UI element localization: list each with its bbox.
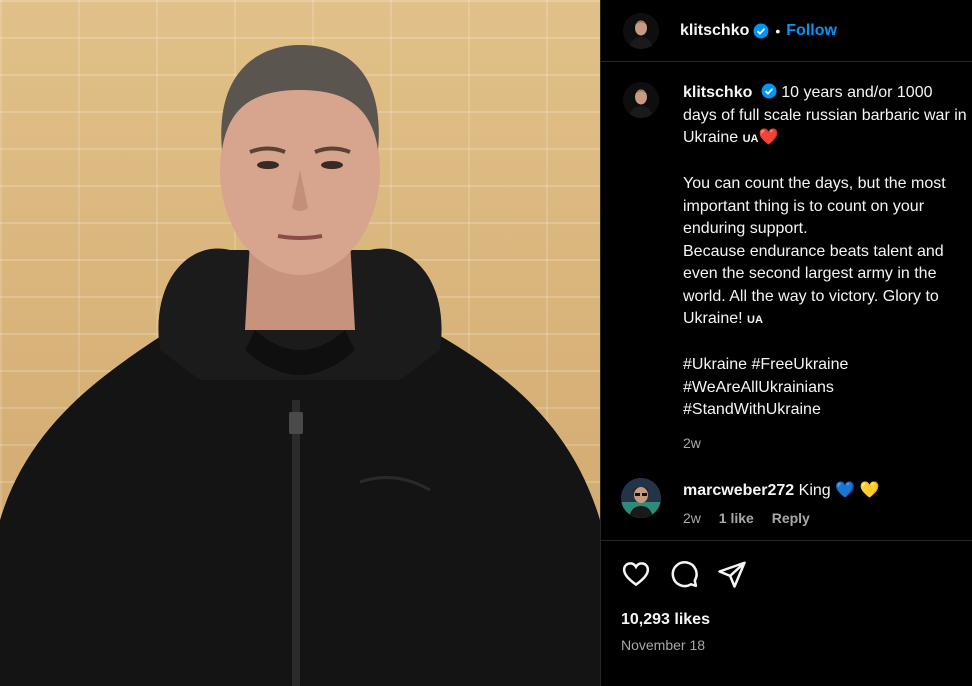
hashtag-line-2[interactable]: #WeAreAllUkrainians bbox=[683, 377, 968, 400]
separator-dot: • bbox=[775, 22, 781, 39]
caption-block: klitschko 10 years and/or 1000 days of f… bbox=[623, 82, 968, 454]
share-icon[interactable] bbox=[717, 559, 747, 589]
comment-icon[interactable] bbox=[669, 559, 699, 589]
caption-line-2: You can count the days, but the most imp… bbox=[683, 175, 946, 237]
post-photo-illustration bbox=[0, 45, 600, 686]
comment-item: marcweber272 King 💙 💛 2w 1 like Reply bbox=[621, 478, 966, 526]
heart-icon[interactable] bbox=[621, 559, 651, 589]
flag-ua-1: UA bbox=[742, 133, 759, 145]
comment-body: marcweber272 King 💙 💛 2w 1 like Reply bbox=[683, 478, 879, 526]
post-side-panel: klitschko • Follow klitschko 10 years an… bbox=[600, 0, 972, 686]
caption-author-avatar[interactable] bbox=[623, 82, 659, 118]
hashtag-line-1[interactable]: #Ukraine #FreeUkraine bbox=[683, 354, 968, 377]
comment-hearts: 💙 💛 bbox=[835, 482, 880, 499]
comment-meta: 2w 1 like Reply bbox=[683, 510, 879, 526]
post-photo[interactable] bbox=[0, 0, 600, 686]
caption-line-3: Because endurance beats talent and even … bbox=[683, 242, 944, 328]
author-avatar[interactable] bbox=[623, 12, 659, 49]
author-username[interactable]: klitschko bbox=[680, 22, 749, 40]
commenter-username[interactable]: marcweber272 bbox=[683, 482, 794, 499]
action-icons bbox=[621, 557, 953, 591]
like-count[interactable]: 10,293 likes bbox=[621, 611, 953, 629]
post-date: November 18 bbox=[621, 637, 706, 653]
reply-button[interactable]: Reply bbox=[772, 510, 810, 526]
comment-likes[interactable]: 1 like bbox=[719, 510, 754, 526]
caption-text: klitschko 10 years and/or 1000 days of f… bbox=[683, 82, 968, 454]
comment-time[interactable]: 2w bbox=[683, 510, 701, 526]
follow-button[interactable]: Follow bbox=[786, 22, 837, 40]
comment-text: King bbox=[798, 482, 831, 499]
hashtag-line-3[interactable]: #StandWithUkraine bbox=[683, 399, 968, 422]
heart-emoji: ❤️ bbox=[758, 129, 779, 146]
caption-time[interactable]: 2w bbox=[683, 432, 968, 455]
flag-ua-2: UA bbox=[747, 314, 763, 326]
caption-author[interactable]: klitschko bbox=[683, 84, 752, 101]
post-actions: 10,293 likes November 18 bbox=[601, 540, 972, 653]
commenter-avatar[interactable] bbox=[621, 478, 661, 518]
caption-verified-badge-icon bbox=[761, 83, 777, 99]
verified-badge-icon bbox=[753, 23, 769, 39]
post-header: klitschko • Follow bbox=[601, 0, 972, 62]
